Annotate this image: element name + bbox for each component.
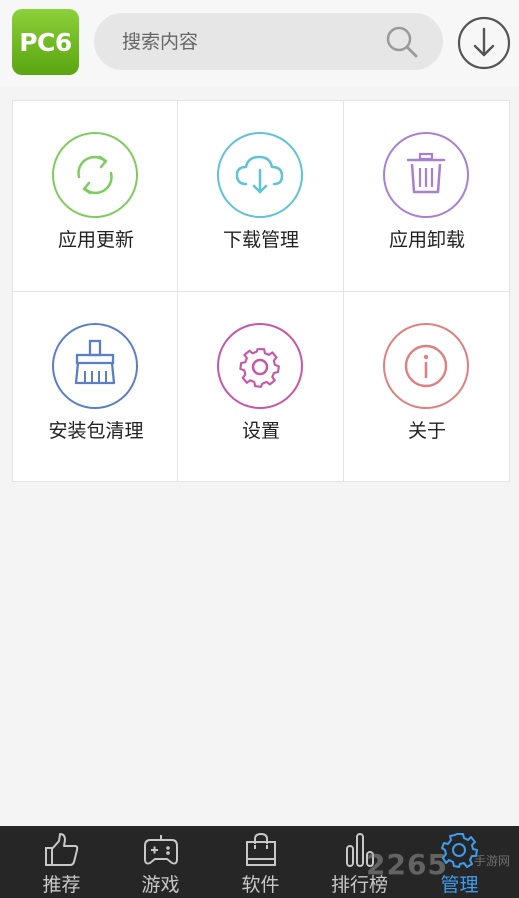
top-header: PC6 xyxy=(0,0,519,86)
tab-label: 推荐 xyxy=(42,874,81,896)
about-item[interactable]: 关于 xyxy=(344,292,510,482)
cloud-download-icon xyxy=(217,132,303,218)
download-manage-item[interactable]: 下载管理 xyxy=(178,101,344,291)
broom-icon xyxy=(52,323,138,409)
settings-item[interactable]: 设置 xyxy=(178,292,344,482)
app-update-item[interactable]: 应用更新 xyxy=(13,101,179,291)
info-icon xyxy=(383,323,469,409)
about-label: 关于 xyxy=(407,420,446,442)
download-icon[interactable] xyxy=(457,16,511,70)
refresh-icon xyxy=(52,132,138,218)
watermark-brand: 2265 xyxy=(366,848,448,881)
app-update-label: 应用更新 xyxy=(57,229,134,251)
tools-grid: 应用更新 下载管理 应用卸载 安装包清理 设置 关于 xyxy=(12,100,510,482)
app-uninstall-label: 应用卸载 xyxy=(388,229,465,251)
tab-label: 软件 xyxy=(241,874,280,896)
settings-label: 设置 xyxy=(241,420,280,442)
thumbs-up-icon xyxy=(45,833,79,866)
trash-icon xyxy=(383,132,469,218)
tab-label: 游戏 xyxy=(141,874,180,896)
pc6-logo[interactable]: PC6 xyxy=(12,9,79,75)
bag-icon xyxy=(246,832,276,866)
gamepad-icon xyxy=(144,835,178,865)
tab-games[interactable]: 游戏 xyxy=(109,826,212,898)
tab-software[interactable]: 软件 xyxy=(209,826,312,898)
tab-recommend[interactable]: 推荐 xyxy=(10,826,113,898)
search-input[interactable] xyxy=(122,13,372,70)
package-clean-item[interactable]: 安装包清理 xyxy=(13,292,179,482)
download-manage-label: 下载管理 xyxy=(222,229,299,251)
app-uninstall-item[interactable]: 应用卸载 xyxy=(344,101,510,291)
watermark-tag: 手游网 xyxy=(474,854,511,868)
gear-icon xyxy=(217,323,303,409)
search-bar[interactable] xyxy=(94,13,443,70)
search-icon[interactable] xyxy=(385,25,419,59)
package-clean-label: 安装包清理 xyxy=(48,420,144,442)
